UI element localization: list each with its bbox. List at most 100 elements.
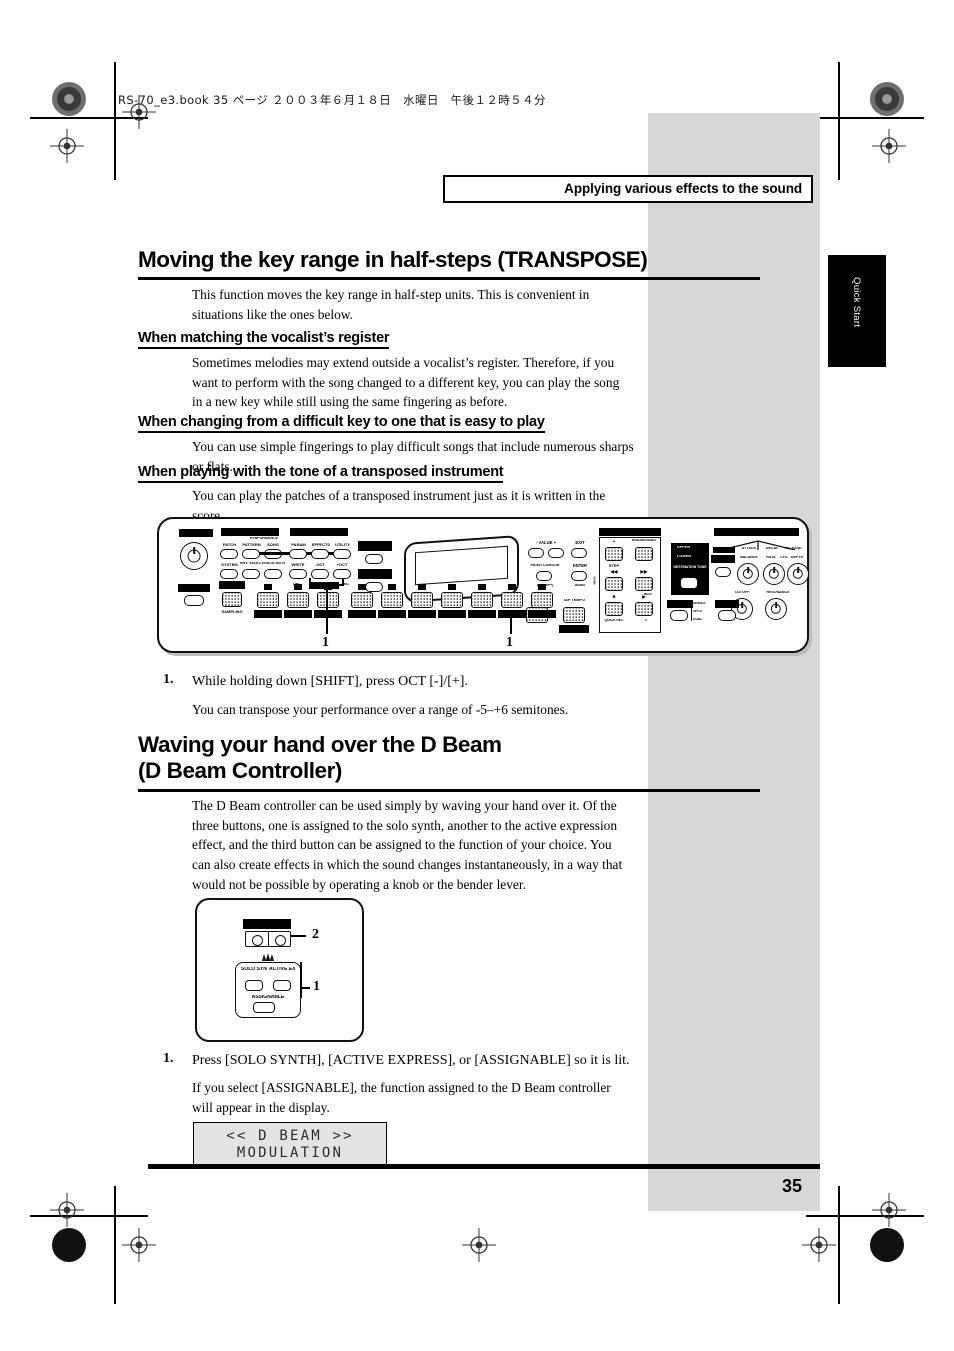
key-mode-button[interactable] — [670, 610, 688, 621]
edit-button-utility[interactable] — [333, 549, 351, 559]
panel-label-filter-lfo: FILTER LFO — [715, 600, 739, 608]
tap-tempo-button[interactable] — [563, 607, 585, 623]
page-cursor-button[interactable] — [536, 571, 552, 581]
tone-button-key-org[interactable] — [317, 592, 339, 608]
panel-group-label-mode: MODE — [221, 528, 279, 536]
oct-minus-button[interactable] — [311, 569, 329, 579]
tone-button-brass[interactable] — [441, 592, 463, 608]
tone-button-piano[interactable] — [287, 592, 309, 608]
d-beam-sensor-left — [246, 932, 269, 946]
patch-modify-label-release: RELEASE — [784, 547, 802, 550]
quick-seq-sub-measure: MEASURE — [593, 577, 597, 585]
panel-group-label-quick-seq: QUICK SEQ — [599, 528, 661, 536]
callout-leader-oct-down — [326, 584, 328, 634]
edit-button-param[interactable] — [289, 549, 307, 559]
panel-label-phrase-arpeggio: PHRASE/ARPEGGIO — [358, 541, 392, 551]
patch-modify-label-attack: ATTACK — [741, 547, 757, 550]
key-mode-indicator-rail — [691, 603, 693, 621]
section-heading-dbeam-line2: (D Beam Controller) — [138, 758, 342, 784]
quick-seq-label-ff: ▶▶ — [640, 570, 648, 574]
enter-button[interactable] — [571, 571, 587, 581]
tone-button-vocal-lead[interactable] — [471, 592, 493, 608]
phrase-arpeggio-button[interactable] — [365, 554, 383, 564]
registration-mark — [872, 1193, 906, 1227]
destination-tone-button[interactable] — [680, 577, 698, 589]
tone-button-world[interactable] — [411, 592, 433, 608]
registration-mark — [872, 129, 906, 163]
edit-button-label-effects: EFFECTS — [311, 543, 331, 547]
panel-group-label-volume: VOLUME — [179, 529, 213, 537]
exit-button[interactable] — [571, 548, 587, 558]
quick-seq-label-stop: ■ — [612, 595, 616, 599]
tone-label-key-org: KEY & ORG — [314, 610, 342, 618]
value-down-button[interactable] — [528, 548, 544, 558]
synth-front-panel-figure: VOLUME D BEAM RHYTHM SAMPLING MODE PERFO… — [157, 517, 809, 653]
attack-knob[interactable] — [737, 563, 759, 585]
callout-number-shift: 1 — [506, 635, 513, 650]
quick-seq-ff-button[interactable] — [635, 577, 653, 591]
edit-button-effects[interactable] — [311, 549, 329, 559]
mode-button-system[interactable] — [220, 569, 238, 579]
callout-leader-oct-left — [309, 578, 311, 586]
solid-density-dot — [52, 1228, 86, 1262]
page-number: 35 — [782, 1176, 803, 1196]
decay-knob[interactable] — [763, 563, 785, 585]
filter-lfo-button[interactable] — [718, 610, 736, 621]
section-heading-transpose: Moving the key range in half-steps (TRAN… — [138, 247, 648, 272]
step-instruction-dbeam: Press [SOLO SYNTH], [ACTIVE EXPRESS], or… — [192, 1053, 630, 1068]
chord-memory-button[interactable] — [365, 582, 383, 592]
d-beam-active-exp-button[interactable] — [273, 980, 291, 991]
rhythm-pad-button[interactable] — [222, 592, 242, 607]
tone-button-orch[interactable] — [381, 592, 403, 608]
tone-label-synth: SYNTH — [498, 610, 526, 618]
step-number-transpose: 1. — [163, 672, 174, 687]
tone-led — [448, 584, 456, 590]
d-beam-callout-number-buttons: 1 — [313, 979, 320, 994]
tone-label-orch: ORCH — [378, 610, 406, 618]
d-beam-hand-icon — [260, 950, 276, 961]
d-beam-sensor-right — [269, 932, 291, 946]
tone-button-system-keyb[interactable] — [257, 592, 279, 608]
mode-button-rhy-select[interactable] — [242, 569, 260, 579]
quick-seq-label-erase-undo: ERASE/UNDO — [632, 539, 656, 542]
quick-seq-label-step: STEP — [608, 564, 620, 568]
quick-seq-sub-beat: BEAT — [644, 593, 652, 596]
volume-knob[interactable] — [180, 542, 208, 570]
section-intro-transpose: This function moves the key range in hal… — [192, 287, 590, 322]
registration-mark — [122, 1228, 156, 1262]
quick-seq-erase-undo-button[interactable] — [635, 547, 653, 561]
quick-seq-rew-button[interactable] — [605, 577, 623, 591]
resonance-knob[interactable] — [765, 598, 787, 620]
panel-label-value: - VALUE + — [535, 541, 557, 545]
d-beam-button-label-active-exp: ACTIVE EXP — [269, 967, 295, 972]
book-file-header: RS-70_e3.book 35 ページ ２００３年６月１８日 水曜日 午後１２… — [118, 93, 546, 107]
edit-button-label-oct-minus: -OCT — [315, 563, 325, 567]
panel-label-low-power: LOW/ POWER — [559, 625, 589, 633]
release-knob[interactable] — [787, 563, 809, 585]
mode-button-patch[interactable] — [220, 549, 238, 559]
quick-seq-plus-button[interactable] — [605, 547, 623, 561]
patch-modify-label-balance: BALANCE — [740, 556, 758, 559]
quick-seq-label-plus: + — [612, 540, 616, 544]
tone-label-brass: BRASS — [438, 610, 466, 618]
edit-button-write[interactable] — [289, 569, 307, 579]
crop-line — [806, 117, 924, 119]
subheading-difficult-key: When changing from a difficult key to on… — [138, 414, 545, 433]
quick-seq-play-button[interactable] — [635, 602, 653, 616]
value-up-button[interactable] — [548, 548, 564, 558]
d-beam-assignable-button[interactable] — [253, 1002, 275, 1013]
tone-button-synth[interactable] — [501, 592, 523, 608]
d-beam-solo-synth-button[interactable] — [245, 980, 263, 991]
panel-label-demo: DEMO — [574, 584, 586, 587]
d-beam-button[interactable] — [184, 595, 204, 606]
tone-button-guitar[interactable] — [351, 592, 373, 608]
mode-button-pattern[interactable] — [242, 549, 260, 559]
tone-led — [508, 584, 516, 590]
mode-button-label-pattern: PATTERN — [242, 543, 261, 547]
mode-button-track-mute[interactable] — [264, 569, 282, 579]
d-beam-sensor-window[interactable] — [245, 931, 291, 947]
patch-modify-select-button[interactable] — [715, 567, 731, 577]
tone-button-bass[interactable] — [531, 592, 553, 608]
d-beam-callout-number-sensor: 2 — [312, 927, 319, 942]
quick-seq-stop-button[interactable] — [605, 602, 623, 616]
